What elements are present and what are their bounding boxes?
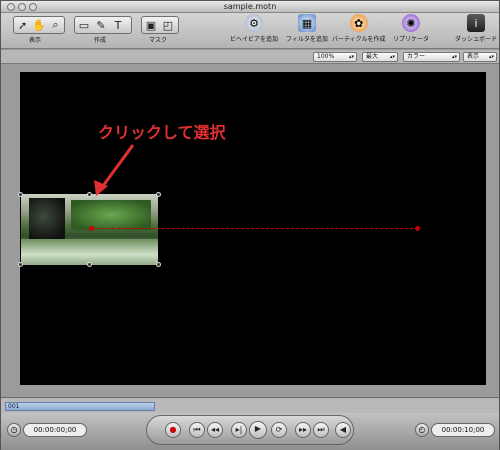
transport-controls: ● ⏮ ◂◂ ▸| ▶ ⟳ ▸▸ ⏭ ◀	[146, 415, 354, 445]
view-select[interactable]: 表示	[463, 52, 497, 62]
audio-icon[interactable]: ◀	[335, 422, 351, 438]
step-forward-icon[interactable]: ▸▸	[295, 422, 311, 438]
toolbar-group-label-view: 表示	[29, 37, 42, 44]
timecode-icon: ◷	[7, 423, 21, 437]
close-icon[interactable]	[7, 3, 15, 11]
loop-icon[interactable]: ⟳	[271, 422, 287, 438]
toolbar: ➚ ✋ ⌕ 表示 ▭ ✎ T 作成 ▣ ◰ マスク ⚙ ビヘイビアを追加 ▦ フ…	[1, 13, 499, 49]
pan-hand-icon[interactable]: ✋	[32, 18, 46, 32]
step-back-icon[interactable]: ◂◂	[207, 422, 223, 438]
duration-timecode[interactable]: 00:00:10;00	[431, 423, 495, 437]
make-particles-button[interactable]: ✿ パーティクルを作成	[332, 14, 385, 43]
canvas-area: クリックして選択	[1, 65, 499, 397]
timeline-clip[interactable]: 001	[5, 402, 155, 411]
replicator-icon: ✺	[402, 14, 420, 32]
replicator-button[interactable]: ✺ リプリケータ	[393, 14, 429, 43]
play-icon[interactable]: ▶	[249, 421, 267, 439]
bezier-icon[interactable]: ✎	[94, 18, 108, 32]
toolbar-group-label-create: 作成	[94, 37, 107, 44]
view-tools: ➚ ✋ ⌕	[13, 16, 65, 34]
go-to-start-icon[interactable]: ⏮	[189, 422, 205, 438]
annotation-arrow	[94, 144, 135, 196]
select-arrow-icon[interactable]: ➚	[16, 18, 29, 32]
create-tools: ▭ ✎ T	[74, 16, 132, 34]
toolbar-group-label-mask: マスク	[149, 37, 168, 44]
filter-icon: ▦	[297, 14, 316, 32]
rectangle-mask-icon[interactable]: ▣	[144, 18, 158, 32]
transport-bar: ◷ 00:00:00;00 ● ⏮ ◂◂ ▸| ▶ ⟳ ▸▸ ⏭ ◀ ◴ 00:…	[1, 413, 499, 450]
zoom-icon[interactable]	[29, 3, 37, 11]
color-select[interactable]: カラー	[403, 52, 460, 62]
rectangle-icon[interactable]: ▭	[77, 18, 91, 32]
current-timecode[interactable]: 00:00:00;00	[23, 423, 87, 437]
play-from-start-icon[interactable]: ▸|	[231, 422, 247, 438]
record-icon[interactable]: ●	[165, 422, 181, 438]
info-icon: i	[467, 14, 485, 32]
canvas[interactable]: クリックして選択	[18, 72, 486, 385]
zoom-select[interactable]: 100%	[313, 52, 357, 62]
particles-icon: ✿	[349, 14, 368, 32]
window-title: sample.motn	[223, 2, 277, 11]
add-filter-button[interactable]: ▦ フィルタを追加	[286, 14, 328, 43]
app-window: sample.motn ➚ ✋ ⌕ 表示 ▭ ✎ T 作成 ▣ ◰ マスク ⚙ …	[0, 0, 500, 450]
text-icon[interactable]: T	[111, 18, 125, 32]
quality-select[interactable]: 最大	[362, 52, 398, 62]
zoom-magnifier-icon[interactable]: ⌕	[49, 18, 62, 32]
bezier-mask-icon[interactable]: ◰	[161, 18, 175, 32]
add-behavior-button[interactable]: ⚙ ビヘイビアを追加	[230, 14, 278, 43]
go-to-end-icon[interactable]: ⏭	[313, 422, 329, 438]
duration-icon: ◴	[415, 423, 429, 437]
mini-timeline[interactable]: 001	[1, 397, 499, 413]
minimize-icon[interactable]	[18, 3, 26, 11]
canvas-options-bar: 100% 最大 カラー 表示	[1, 50, 499, 64]
mask-tools: ▣ ◰	[141, 16, 179, 34]
gear-icon: ⚙	[245, 14, 263, 32]
title-bar: sample.motn	[1, 1, 499, 13]
dashboard-button[interactable]: i ダッシュボード	[455, 14, 497, 43]
